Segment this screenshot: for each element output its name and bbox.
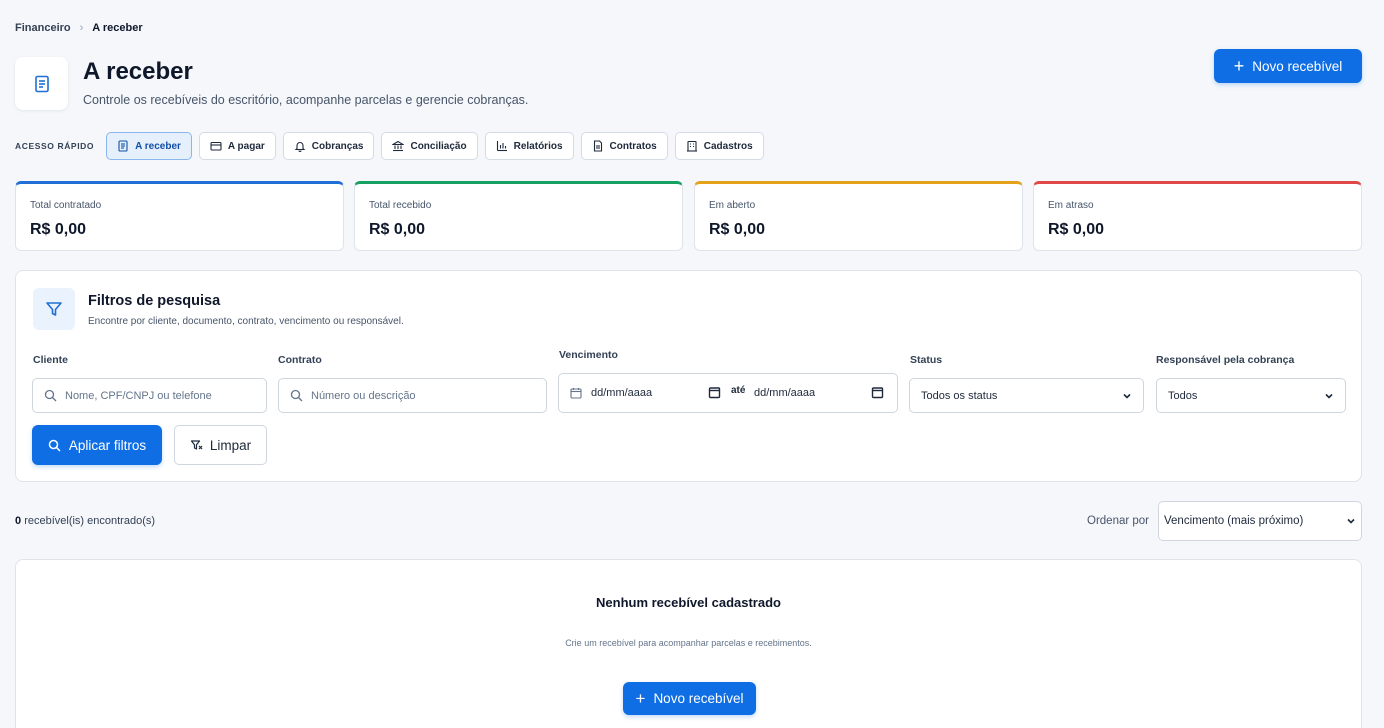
plus-icon: + [1233, 56, 1245, 76]
chevron-down-icon [1325, 393, 1333, 399]
calendar-icon [708, 387, 721, 399]
search-icon [48, 439, 61, 452]
stat-card-total-contratado: Total contratado R$ 0,00 [15, 181, 344, 251]
stat-label: Total recebido [369, 200, 432, 211]
due-to-input[interactable]: dd/mm/aaaa [754, 387, 815, 399]
new-receivable-button[interactable]: + Novo recebível [1214, 49, 1362, 83]
filters-title: Filtros de pesquisa [88, 293, 221, 309]
client-label: Cliente [33, 354, 69, 366]
quick-item-label: Cobranças [311, 140, 364, 152]
clear-filters-label: Limpar [209, 437, 252, 453]
quick-item-a-receber[interactable]: A receber [106, 132, 192, 160]
quick-item-label: Contratos [609, 140, 657, 152]
contract-placeholder: Número ou descrição [311, 389, 416, 402]
filters-subtitle: Encontre por cliente, documento, contrat… [88, 316, 404, 327]
responsible-label: Responsável pela cobrança [1156, 354, 1295, 366]
stat-value: R$ 0,00 [1048, 221, 1105, 238]
stat-card-total-recebido: Total recebido R$ 0,00 [354, 181, 683, 251]
quick-item-label: Cadastros [703, 140, 753, 152]
stat-card-em-aberto: Em aberto R$ 0,00 [694, 181, 1023, 251]
stat-label: Em aberto [709, 200, 756, 211]
stat-value: R$ 0,00 [30, 221, 87, 238]
search-icon [44, 389, 57, 402]
results-count-suffix: recebível(is) encontrado(s) [24, 515, 156, 527]
quick-item-cadastros[interactable]: Cadastros [674, 132, 764, 160]
empty-new-receivable-button[interactable]: + Novo recebível [623, 682, 756, 715]
results-count-number: 0 [15, 515, 22, 527]
stat-card-em-atraso: Em atraso R$ 0,00 [1033, 181, 1362, 251]
status-label: Status [910, 354, 943, 366]
stat-label: Em atraso [1048, 200, 1094, 211]
bell-icon [294, 142, 306, 152]
quick-item-a-pagar[interactable]: A pagar [198, 132, 276, 160]
contract-input[interactable]: Número ou descrição [278, 378, 547, 413]
status-value: Todos os status [921, 389, 998, 402]
document-icon [593, 140, 602, 152]
bank-icon [392, 140, 405, 152]
quick-item-conciliacao[interactable]: Conciliação [381, 132, 478, 160]
breadcrumb-current: A receber [92, 22, 143, 34]
responsible-select[interactable]: Todos [1156, 378, 1346, 413]
apply-filters-label: Aplicar filtros [68, 437, 147, 453]
quick-item-label: Relatórios [513, 140, 563, 152]
filter-clear-icon [190, 439, 203, 450]
order-label: Ordenar por [1087, 515, 1150, 527]
stat-label: Total contratado [30, 200, 102, 211]
empty-state-panel: Nenhum recebível cadastrado Crie um rece… [15, 559, 1362, 728]
quick-item-contratos[interactable]: Contratos [580, 132, 668, 160]
breadcrumb-separator: › [79, 22, 84, 34]
building-icon [686, 140, 697, 152]
wallet-icon [210, 141, 222, 151]
chevron-down-icon [1123, 393, 1131, 399]
apply-filters-button[interactable]: Aplicar filtros [32, 425, 162, 465]
search-icon [290, 389, 303, 402]
due-date-range: dd/mm/aaaa até dd/mm/aaaa [558, 373, 898, 413]
due-from-input[interactable]: dd/mm/aaaa [591, 387, 652, 399]
stat-value: R$ 0,00 [369, 221, 426, 238]
page-icon [15, 57, 68, 110]
receipt-icon [34, 75, 49, 92]
quick-item-label: Conciliação [410, 140, 467, 152]
quick-access-bar: ACESSO RÁPIDO A receber A pagar Cobrança… [15, 132, 771, 160]
clear-filters-button[interactable]: Limpar [174, 425, 267, 465]
empty-state-title: Nenhum recebível cadastrado [596, 595, 781, 610]
page-title: A receber [83, 58, 193, 85]
plus-icon: + [635, 689, 646, 708]
empty-state-subtitle: Crie um recebível para acompanhar parcel… [565, 638, 812, 648]
status-select[interactable]: Todos os status [909, 378, 1144, 413]
new-receivable-label: Novo recebível [1252, 58, 1343, 74]
client-placeholder: Nome, CPF/CNPJ ou telefone [65, 389, 212, 402]
bar-chart-icon [496, 141, 507, 152]
due-to-label: até [731, 385, 746, 396]
empty-new-receivable-label: Novo recebível [653, 691, 744, 706]
page-subtitle: Controle os recebíveis do escritório, ac… [83, 93, 529, 107]
quick-item-label: A receber [135, 140, 181, 152]
quick-item-cobrancas[interactable]: Cobranças [282, 132, 375, 160]
calendar-icon [871, 387, 884, 399]
quick-item-relatorios[interactable]: Relatórios [484, 132, 574, 160]
due-label: Vencimento [559, 349, 618, 361]
quick-item-label: A pagar [227, 140, 265, 152]
order-select[interactable]: Vencimento (mais próximo) [1158, 501, 1362, 541]
stat-value: R$ 0,00 [709, 221, 766, 238]
order-value: Vencimento (mais próximo) [1164, 515, 1304, 527]
chevron-down-icon [1347, 518, 1355, 524]
calendar-small-icon [570, 388, 582, 399]
quick-access-label: ACESSO RÁPIDO [15, 141, 95, 151]
results-count: 0 recebível(is) encontrado(s) [15, 515, 155, 527]
breadcrumb: Financeiro › A receber [15, 22, 143, 34]
filter-icon-box [33, 288, 75, 330]
filter-icon [46, 302, 62, 316]
filters-panel: Filtros de pesquisa Encontre por cliente… [15, 270, 1362, 482]
receipt-icon [118, 140, 128, 152]
client-input[interactable]: Nome, CPF/CNPJ ou telefone [32, 378, 267, 413]
responsible-value: Todos [1168, 389, 1198, 402]
breadcrumb-financeiro[interactable]: Financeiro [15, 22, 71, 34]
contract-label: Contrato [278, 354, 322, 366]
